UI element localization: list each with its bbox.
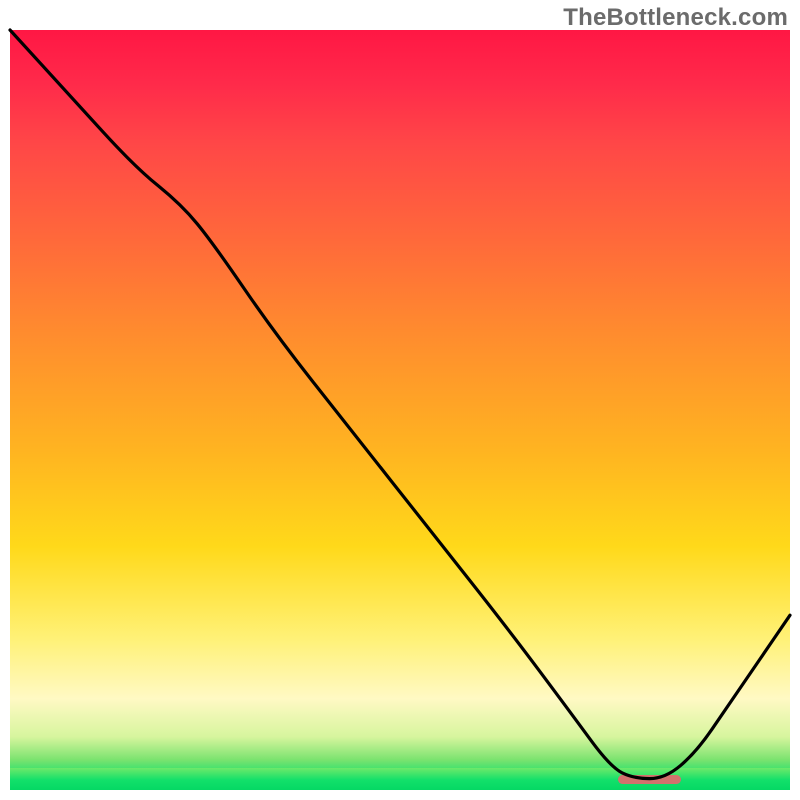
plot-area xyxy=(10,30,790,790)
chart-stage: TheBottleneck.com xyxy=(0,0,800,800)
watermark-text: TheBottleneck.com xyxy=(563,4,788,32)
bottleneck-curve xyxy=(10,30,790,790)
curve-path xyxy=(10,30,790,779)
